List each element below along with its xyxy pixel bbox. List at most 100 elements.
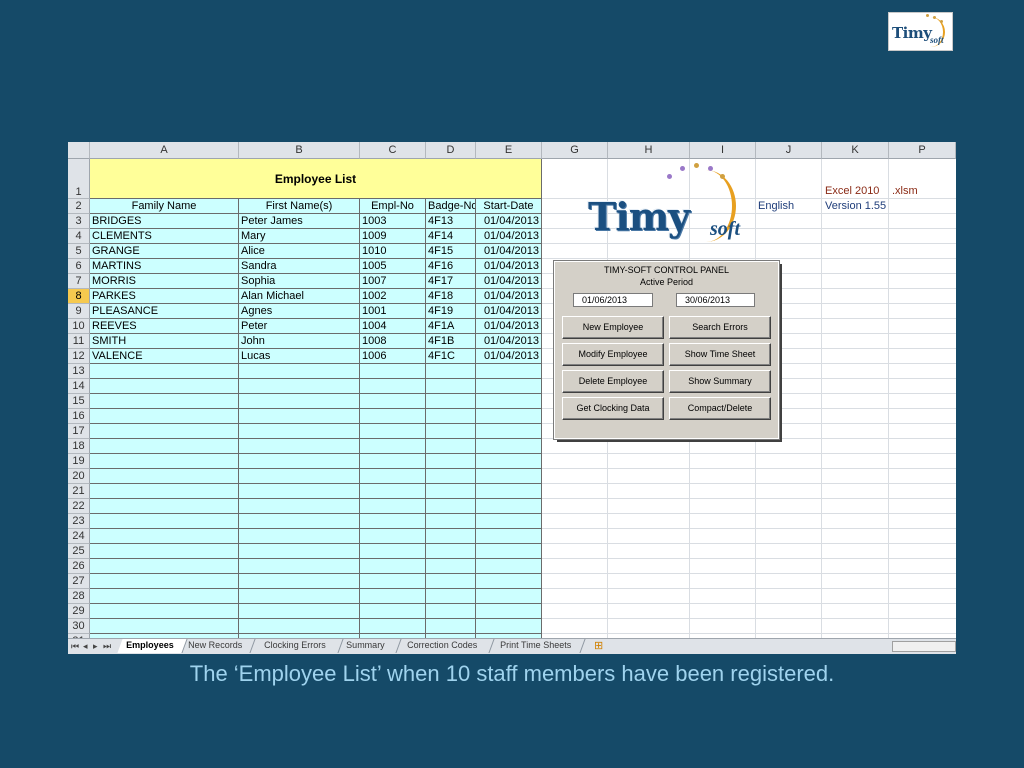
col-header-g[interactable]: G: [542, 142, 608, 159]
employee-cell-first[interactable]: Mary: [239, 229, 360, 244]
empty-cell[interactable]: [90, 394, 239, 409]
row-header[interactable]: 7: [68, 274, 90, 289]
employee-cell-empl[interactable]: 1006: [360, 349, 426, 364]
employee-cell-first[interactable]: Peter James: [239, 214, 360, 229]
row-header[interactable]: 18: [68, 439, 90, 454]
row-header[interactable]: 28: [68, 589, 90, 604]
empty-cell[interactable]: [90, 439, 239, 454]
insert-sheet-icon[interactable]: ⊞: [594, 639, 603, 652]
empty-cell[interactable]: [426, 619, 476, 634]
employee-cell-first[interactable]: Agnes: [239, 304, 360, 319]
row-header[interactable]: 20: [68, 469, 90, 484]
empty-cell[interactable]: [360, 619, 426, 634]
empty-cell[interactable]: [239, 604, 360, 619]
empty-cell[interactable]: [360, 544, 426, 559]
empty-cell[interactable]: [426, 379, 476, 394]
employee-cell-family[interactable]: VALENCE: [90, 349, 239, 364]
employee-cell-family[interactable]: GRANGE: [90, 244, 239, 259]
empty-cell[interactable]: [239, 469, 360, 484]
col-header-a[interactable]: A: [90, 142, 239, 159]
get-clocking-data-button[interactable]: Get Clocking Data: [562, 397, 664, 420]
empty-cell[interactable]: [90, 544, 239, 559]
row-header[interactable]: 2: [68, 199, 90, 214]
tab-employees[interactable]: Employees: [117, 639, 188, 653]
employee-cell-empl[interactable]: 1002: [360, 289, 426, 304]
empty-cell[interactable]: [90, 589, 239, 604]
empty-cell[interactable]: [426, 484, 476, 499]
empty-cell[interactable]: [239, 589, 360, 604]
row-header[interactable]: 16: [68, 409, 90, 424]
prev-sheet-icon[interactable]: ◂: [83, 641, 88, 652]
employee-cell-badge[interactable]: 4F19: [426, 304, 476, 319]
employee-cell-start[interactable]: 01/04/2013: [476, 259, 542, 274]
empty-cell[interactable]: [239, 559, 360, 574]
col-header-p[interactable]: P: [889, 142, 956, 159]
tab-summary[interactable]: Summary: [337, 639, 402, 653]
empty-cell[interactable]: [476, 364, 542, 379]
employee-cell-start[interactable]: 01/04/2013: [476, 349, 542, 364]
empty-cell[interactable]: [90, 514, 239, 529]
employee-cell-badge[interactable]: 4F15: [426, 244, 476, 259]
empty-cell[interactable]: [426, 439, 476, 454]
employee-cell-start[interactable]: 01/04/2013: [476, 244, 542, 259]
empty-cell[interactable]: [90, 529, 239, 544]
select-all-corner[interactable]: [68, 142, 90, 159]
employee-cell-empl[interactable]: 1001: [360, 304, 426, 319]
row-header[interactable]: 5: [68, 244, 90, 259]
row-header[interactable]: 27: [68, 574, 90, 589]
employee-cell-badge[interactable]: 4F1B: [426, 334, 476, 349]
employee-cell-family[interactable]: PARKES: [90, 289, 239, 304]
empty-cell[interactable]: [476, 574, 542, 589]
employee-cell-family[interactable]: MORRIS: [90, 274, 239, 289]
row-header[interactable]: 4: [68, 229, 90, 244]
empty-cell[interactable]: [90, 364, 239, 379]
employee-cell-first[interactable]: Alan Michael: [239, 289, 360, 304]
row-header[interactable]: 24: [68, 529, 90, 544]
employee-cell-start[interactable]: 01/04/2013: [476, 334, 542, 349]
last-sheet-icon[interactable]: ⏭: [103, 641, 111, 652]
empty-cell[interactable]: [90, 499, 239, 514]
empty-cell[interactable]: [426, 529, 476, 544]
empty-cell[interactable]: [90, 409, 239, 424]
empty-cell[interactable]: [426, 604, 476, 619]
col-header-k[interactable]: K: [822, 142, 889, 159]
empty-cell[interactable]: [239, 439, 360, 454]
empty-cell[interactable]: [426, 559, 476, 574]
employee-cell-start[interactable]: 01/04/2013: [476, 319, 542, 334]
row-header[interactable]: 1: [68, 159, 90, 199]
empty-cell[interactable]: [476, 409, 542, 424]
empty-cell[interactable]: [360, 589, 426, 604]
tab-new-records[interactable]: New Records: [179, 639, 256, 653]
empty-cell[interactable]: [90, 424, 239, 439]
empty-cell[interactable]: [360, 484, 426, 499]
empty-cell[interactable]: [239, 364, 360, 379]
employee-cell-family[interactable]: MARTINS: [90, 259, 239, 274]
empty-cell[interactable]: [476, 499, 542, 514]
empty-cell[interactable]: [426, 364, 476, 379]
empty-cell[interactable]: [426, 544, 476, 559]
date-from-field[interactable]: 01/06/2013: [573, 293, 653, 307]
row-header[interactable]: 25: [68, 544, 90, 559]
col-header-c[interactable]: C: [360, 142, 426, 159]
empty-cell[interactable]: [476, 514, 542, 529]
employee-cell-badge[interactable]: 4F1C: [426, 349, 476, 364]
col-header-i[interactable]: I: [690, 142, 756, 159]
employee-cell-family[interactable]: CLEMENTS: [90, 229, 239, 244]
employee-cell-empl[interactable]: 1010: [360, 244, 426, 259]
employee-cell-start[interactable]: 01/04/2013: [476, 214, 542, 229]
row-header[interactable]: 10: [68, 319, 90, 334]
empty-cell[interactable]: [426, 409, 476, 424]
empty-cell[interactable]: [426, 394, 476, 409]
row-header[interactable]: 11: [68, 334, 90, 349]
empty-cell[interactable]: [239, 544, 360, 559]
next-sheet-icon[interactable]: ▸: [93, 641, 98, 652]
row-header[interactable]: 30: [68, 619, 90, 634]
row-header[interactable]: 8: [68, 289, 90, 304]
empty-cell[interactable]: [360, 409, 426, 424]
employee-cell-badge[interactable]: 4F16: [426, 259, 476, 274]
new-employee-button[interactable]: New Employee: [562, 316, 664, 339]
empty-cell[interactable]: [476, 454, 542, 469]
col-header-b[interactable]: B: [239, 142, 360, 159]
row-header[interactable]: 21: [68, 484, 90, 499]
employee-cell-empl[interactable]: 1004: [360, 319, 426, 334]
